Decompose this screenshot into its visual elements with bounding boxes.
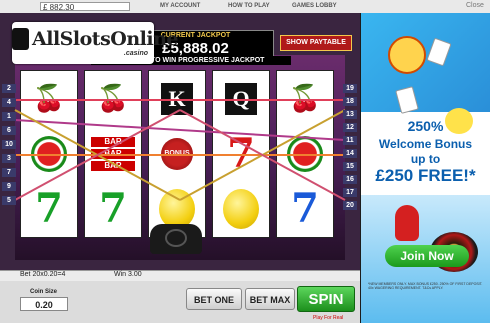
promo-amount: £250 FREE!* (375, 166, 476, 185)
line-number[interactable]: 4 (2, 98, 16, 107)
promo-header-art (361, 13, 490, 112)
promo-terms: *NEW MEMBERS ONLY. MAX BONUS £250. 250% … (368, 282, 483, 290)
promo-percent: 250% (407, 118, 444, 134)
bet-one-button[interactable]: BET ONE (186, 288, 242, 310)
play-for-real-link[interactable]: Play For Real (313, 315, 343, 321)
bet-max-button[interactable]: BET MAX (245, 288, 295, 310)
close-button[interactable]: Close (466, 2, 484, 9)
win-amount: Win 3.00 (114, 271, 142, 278)
logo-text: AllSlotsOnline (32, 28, 178, 50)
join-now-button[interactable]: Join Now (385, 245, 469, 267)
parrot-icon (395, 205, 419, 241)
line-number[interactable]: 6 (2, 126, 16, 135)
line-number[interactable]: 13 (343, 110, 357, 119)
spin-button[interactable]: SPIN (297, 286, 355, 312)
line-number[interactable]: 9 (2, 182, 16, 191)
coin-size-value[interactable]: 0.20 (20, 297, 68, 311)
line-number[interactable]: 2 (2, 84, 16, 93)
line-number[interactable]: 17 (343, 188, 357, 197)
line-number[interactable]: 3 (2, 154, 16, 163)
line-number[interactable]: 12 (343, 123, 357, 132)
mascot-icon (388, 36, 426, 74)
promo-welcome-bonus: Welcome Bonus (378, 137, 473, 151)
line-number[interactable]: 16 (343, 175, 357, 184)
card-icon (12, 28, 29, 50)
promo-up-to: up to (410, 152, 441, 166)
line-number[interactable]: 1 (2, 112, 16, 121)
line-number[interactable]: 11 (343, 136, 357, 145)
line-number[interactable]: 18 (343, 97, 357, 106)
allslotsonline-logo: AllSlotsOnline .casino (12, 22, 178, 64)
line-number[interactable]: 7 (2, 168, 16, 177)
line-number[interactable]: 15 (343, 162, 357, 171)
line-number[interactable]: 19 (343, 84, 357, 93)
line-number[interactable]: 20 (343, 201, 357, 210)
telephone-icon (150, 224, 202, 254)
line-number[interactable]: 5 (2, 196, 16, 205)
coin-size-label: Coin Size (30, 289, 58, 295)
bet-summary: Bet 20x0.20=4 (20, 271, 66, 278)
line-number[interactable]: 14 (343, 149, 357, 158)
logo-subtext: .casino (123, 50, 148, 57)
line-number[interactable]: 10 (2, 140, 16, 149)
